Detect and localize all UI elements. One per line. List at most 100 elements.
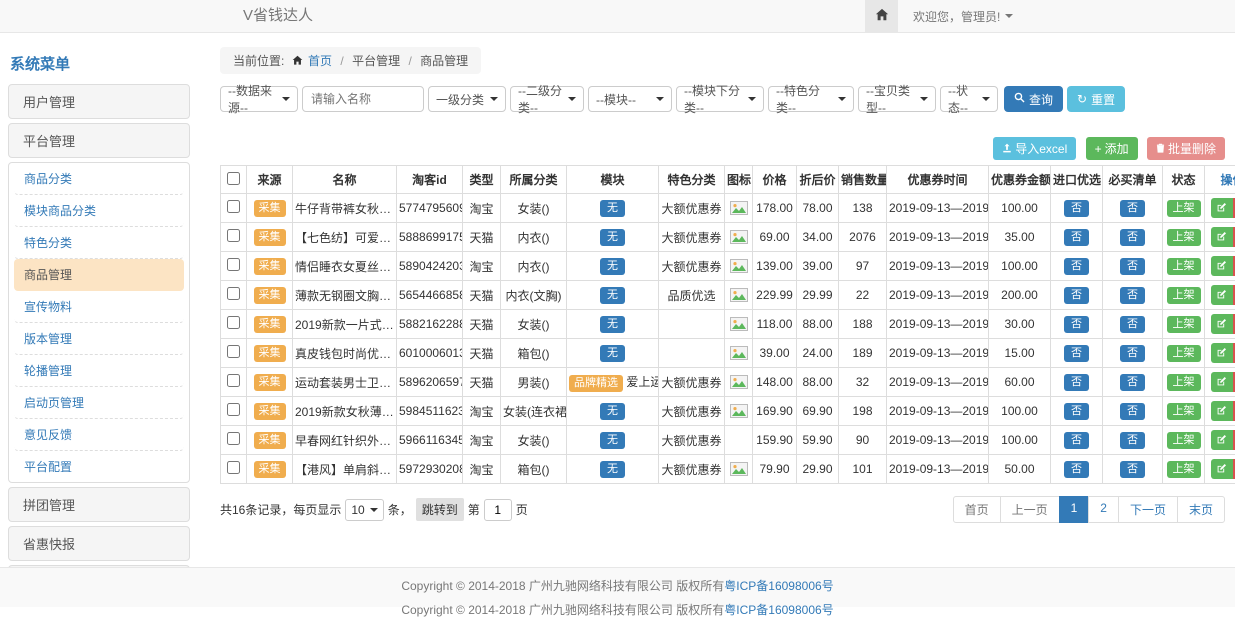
jump-page-input[interactable] (484, 499, 512, 521)
sidebar-subitem-轮播管理[interactable]: 轮播管理 (14, 355, 184, 387)
sidebar-item-省惠快报[interactable]: 省惠快报 (8, 526, 190, 561)
imported-toggle[interactable]: 否 (1064, 345, 1089, 362)
jump-button[interactable]: 跳转到 (416, 498, 464, 521)
sidebar-subitem-商品管理[interactable]: 商品管理 (14, 259, 184, 291)
edit-button[interactable] (1211, 343, 1233, 363)
row-checkbox[interactable] (227, 258, 240, 271)
imported-toggle[interactable]: 否 (1064, 374, 1089, 391)
sidebar-subitem-启动页管理[interactable]: 启动页管理 (14, 387, 184, 419)
status-badge[interactable]: 上架 (1167, 461, 1201, 478)
filter-select-3[interactable]: --模块下分类-- (676, 86, 764, 112)
row-checkbox[interactable] (227, 461, 240, 474)
sidebar-item-平台管理[interactable]: 平台管理 (8, 123, 190, 158)
icp-link[interactable]: 粤ICP备16098006号 (724, 579, 833, 593)
page-button-1[interactable]: 1 (1059, 496, 1090, 523)
edit-button[interactable] (1211, 198, 1233, 218)
taoke-id: 589042420344 (397, 252, 463, 281)
source-cell: 采集 (247, 426, 293, 455)
sidebar-subitem-特色分类[interactable]: 特色分类 (14, 227, 184, 259)
home-button[interactable] (865, 0, 898, 32)
status-badge[interactable]: 上架 (1167, 374, 1201, 391)
imported-toggle[interactable]: 否 (1064, 316, 1089, 333)
must-buy-toggle[interactable]: 否 (1120, 287, 1145, 304)
status-badge[interactable]: 上架 (1167, 287, 1201, 304)
platform-type: 淘宝 (463, 455, 501, 484)
page-button-末页[interactable]: 末页 (1177, 496, 1225, 523)
row-checkbox[interactable] (227, 345, 240, 358)
must-buy-toggle[interactable]: 否 (1120, 374, 1145, 391)
filter-select-2[interactable]: --模块-- (588, 86, 672, 112)
sidebar-subitem-宣传物料[interactable]: 宣传物料 (14, 291, 184, 323)
page-button-上一页[interactable]: 上一页 (1000, 496, 1060, 523)
sidebar-item-拼团管理[interactable]: 拼团管理 (8, 487, 190, 522)
page-button-2[interactable]: 2 (1088, 496, 1119, 523)
edit-button[interactable] (1211, 430, 1233, 450)
query-button[interactable]: 查询 (1004, 86, 1063, 112)
page-button-首页[interactable]: 首页 (953, 496, 1001, 523)
imported-toggle[interactable]: 否 (1064, 461, 1089, 478)
icp-link[interactable]: 粤ICP备16098006号 (724, 603, 833, 617)
sidebar-subitem-平台配置[interactable]: 平台配置 (14, 451, 184, 482)
edit-button[interactable] (1211, 401, 1233, 421)
batch-delete-button[interactable]: 批量删除 (1147, 137, 1225, 160)
edit-button[interactable] (1211, 285, 1233, 305)
breadcrumb-home-link[interactable]: 首页 (308, 54, 332, 68)
filter-select-6[interactable]: --状态-- (940, 86, 998, 112)
imported-toggle[interactable]: 否 (1064, 229, 1089, 246)
filter-select-1[interactable]: --二级分类-- (510, 86, 584, 112)
sidebar-subitem-模块商品分类[interactable]: 模块商品分类 (14, 195, 184, 227)
imported-toggle[interactable]: 否 (1064, 432, 1089, 449)
data-source-select[interactable]: --数据来源-- (220, 86, 298, 112)
status-badge[interactable]: 上架 (1167, 316, 1201, 333)
reset-button[interactable]: ↻ 重置 (1067, 86, 1125, 112)
sidebar-item-用户管理[interactable]: 用户管理 (8, 84, 190, 119)
row-checkbox-cell (221, 194, 247, 223)
edit-button[interactable] (1211, 372, 1233, 392)
must-buy-toggle[interactable]: 否 (1120, 345, 1145, 362)
edit-button[interactable] (1211, 459, 1233, 479)
page-button-下一页[interactable]: 下一页 (1118, 496, 1178, 523)
status-badge[interactable]: 上架 (1167, 200, 1201, 217)
import-excel-button[interactable]: 导入excel (993, 137, 1076, 160)
edit-icon (1217, 404, 1227, 418)
imported-toggle[interactable]: 否 (1064, 258, 1089, 275)
edit-button[interactable] (1211, 256, 1233, 276)
edit-button[interactable] (1211, 314, 1233, 334)
status-badge[interactable]: 上架 (1167, 258, 1201, 275)
row-checkbox[interactable] (227, 374, 240, 387)
breadcrumb-prefix: 当前位置: (233, 54, 284, 68)
filter-select-0[interactable]: 一级分类 (428, 86, 506, 112)
imported-toggle[interactable]: 否 (1064, 403, 1089, 420)
row-checkbox[interactable] (227, 403, 240, 416)
sidebar-subitem-意见反馈[interactable]: 意见反馈 (14, 419, 184, 451)
edit-button[interactable] (1211, 227, 1233, 247)
status-badge[interactable]: 上架 (1167, 345, 1201, 362)
filter-select-4[interactable]: --特色分类-- (768, 86, 854, 112)
row-checkbox[interactable] (227, 432, 240, 445)
add-button[interactable]: + 添加 (1086, 137, 1138, 160)
status-badge[interactable]: 上架 (1167, 432, 1201, 449)
must-buy-toggle[interactable]: 否 (1120, 403, 1145, 420)
status-badge[interactable]: 上架 (1167, 403, 1201, 420)
imported-toggle[interactable]: 否 (1064, 200, 1089, 217)
name-search-input[interactable] (302, 86, 424, 112)
must-buy-toggle[interactable]: 否 (1120, 200, 1145, 217)
must-buy-toggle[interactable]: 否 (1120, 258, 1145, 275)
sidebar-subitem-商品分类[interactable]: 商品分类 (14, 163, 184, 195)
select-all-checkbox[interactable] (227, 172, 240, 185)
user-menu[interactable]: 欢迎您，管理员! (898, 0, 1028, 32)
row-checkbox[interactable] (227, 229, 240, 242)
row-checkbox[interactable] (227, 316, 240, 329)
must-buy-toggle[interactable]: 否 (1120, 461, 1145, 478)
row-checkbox[interactable] (227, 200, 240, 213)
must-buy-toggle[interactable]: 否 (1120, 316, 1145, 333)
row-checkbox[interactable] (227, 287, 240, 300)
filter-select-5[interactable]: --宝贝类型-- (858, 86, 936, 112)
must-buy-toggle[interactable]: 否 (1120, 432, 1145, 449)
status-badge[interactable]: 上架 (1167, 229, 1201, 246)
imported-toggle[interactable]: 否 (1064, 287, 1089, 304)
per-page-select[interactable]: 10 (345, 499, 383, 521)
must-buy-toggle[interactable]: 否 (1120, 229, 1145, 246)
operations-group (1211, 430, 1235, 450)
sidebar-subitem-版本管理[interactable]: 版本管理 (14, 323, 184, 355)
